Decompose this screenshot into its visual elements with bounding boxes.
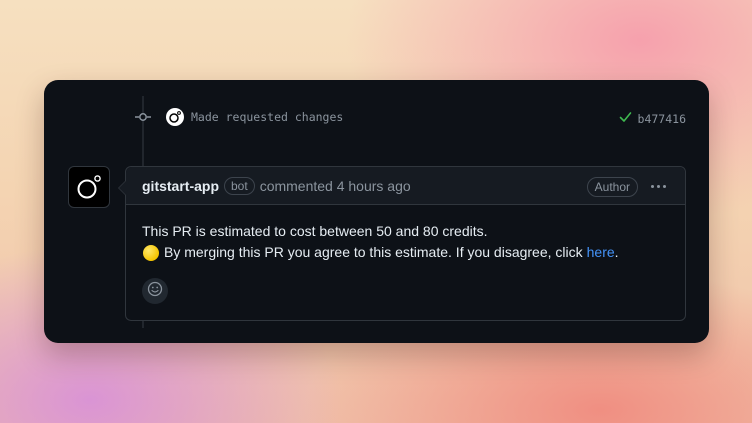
smiley-icon — [147, 281, 163, 302]
comment-line-1: This PR is estimated to cost between 50 … — [142, 221, 669, 242]
check-icon[interactable] — [619, 110, 632, 128]
comment-text-end: . — [614, 244, 619, 260]
kebab-horizontal-icon[interactable] — [647, 180, 669, 192]
comment-author-link[interactable]: gitstart-app — [142, 178, 219, 194]
git-commit-icon — [135, 110, 151, 124]
kebab-dot — [656, 184, 660, 188]
commit-message-link[interactable]: Made requested changes — [191, 110, 343, 124]
comment-timestamp[interactable]: commented 4 hours ago — [260, 178, 411, 194]
comment-text: This PR is estimated to cost between 50 … — [142, 223, 488, 239]
comment-author-avatar[interactable] — [68, 166, 110, 208]
commit-status: b477416 — [619, 110, 686, 128]
here-link[interactable]: here — [587, 242, 615, 263]
commit-row: Made requested changes b477416 — [44, 105, 709, 129]
comment-line-2: By merging this PR you agree to this est… — [142, 242, 669, 263]
comment-text: By merging this PR you agree to this est… — [164, 244, 583, 260]
commit-author-avatar[interactable] — [166, 108, 184, 126]
comment-body: This PR is estimated to cost between 50 … — [126, 205, 685, 263]
author-badge: Author — [586, 177, 638, 197]
bot-badge: bot — [224, 176, 255, 195]
pr-timeline-card: Made requested changes b477416 gitstart-… — [44, 80, 709, 343]
commit-sha-link[interactable]: b477416 — [638, 112, 686, 126]
comment-header: gitstart-app bot commented 4 hours ago A… — [126, 167, 685, 205]
yellow-circle-icon — [143, 244, 159, 261]
kebab-dot — [650, 184, 654, 188]
kebab-dot — [662, 184, 666, 188]
comment-caret — [118, 180, 126, 196]
comment-box: gitstart-app bot commented 4 hours ago A… — [118, 166, 686, 321]
add-reaction-button[interactable] — [142, 278, 168, 304]
